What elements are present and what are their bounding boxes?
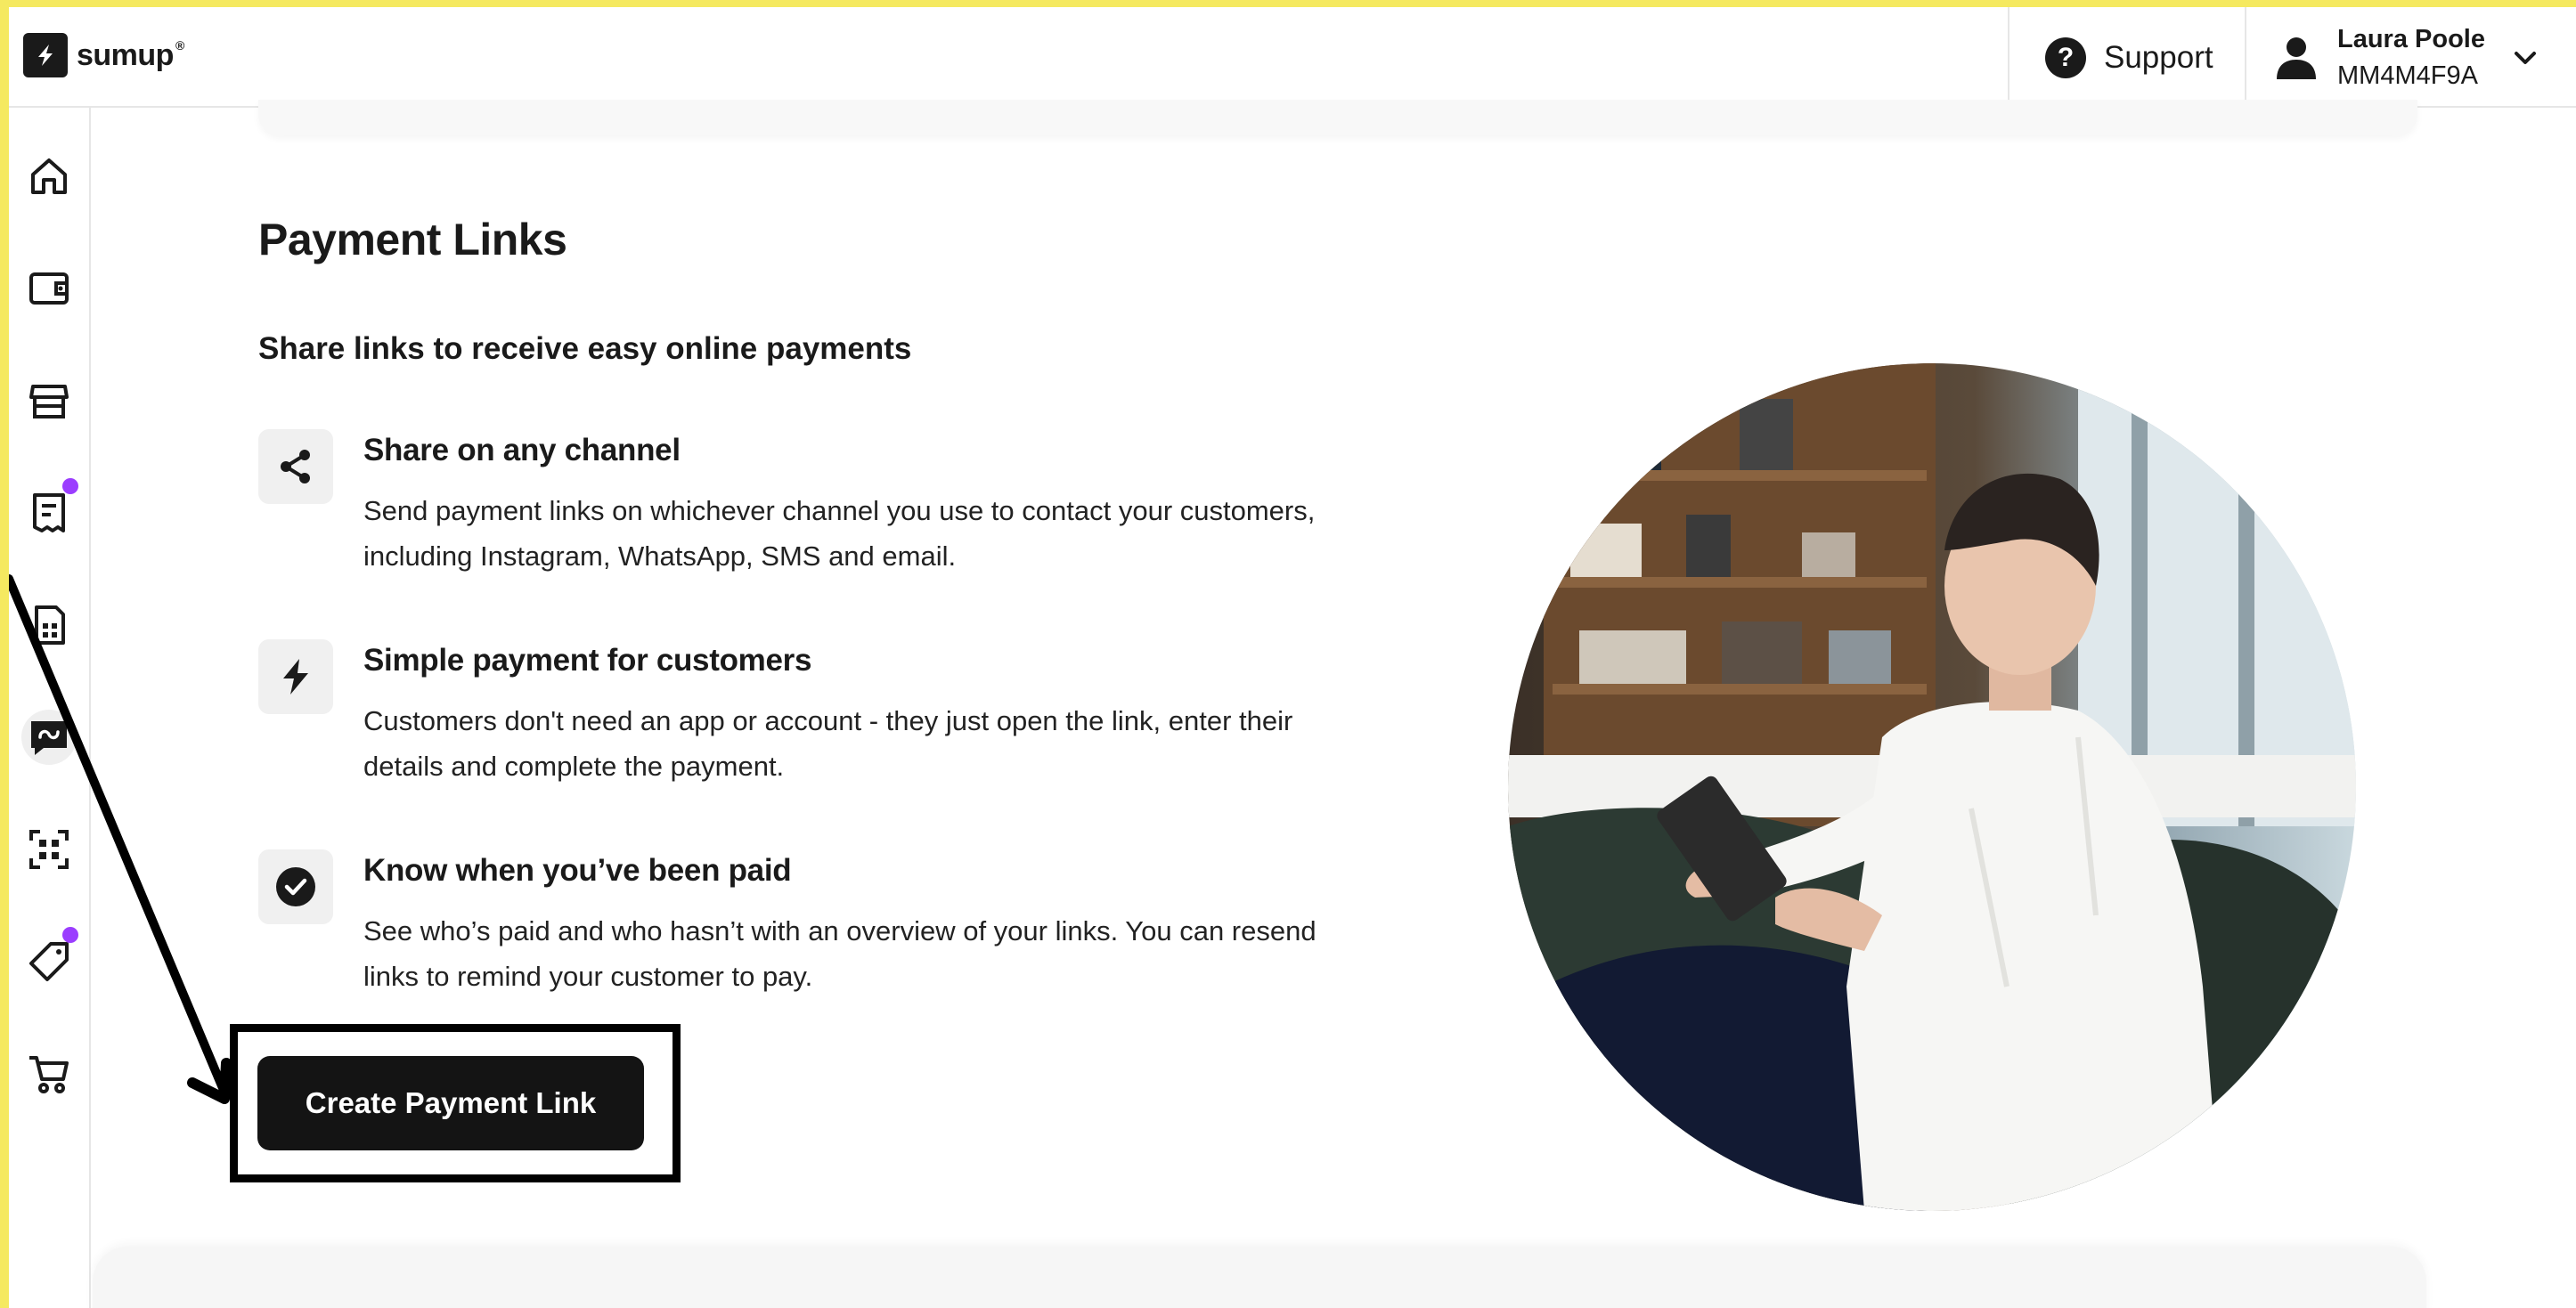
next-section-card xyxy=(93,1247,2426,1308)
support-label: Support xyxy=(2104,39,2213,75)
chevron-down-icon[interactable] xyxy=(2514,51,2537,65)
previous-section-card xyxy=(258,100,2417,135)
feature-title: Simple payment for customers xyxy=(363,643,812,678)
check-circle-icon xyxy=(276,867,315,906)
page-subtitle: Share links to receive easy online payme… xyxy=(258,331,912,366)
feature-icon-box xyxy=(258,429,333,504)
top-header: sumup ® ? Support Laura Poole MM4M4F9A xyxy=(9,7,2576,108)
feature-icon-box xyxy=(258,639,333,714)
support-button[interactable]: ? Support xyxy=(2008,7,2254,108)
annotation-frame-left xyxy=(0,0,9,1308)
feature-description: Send payment links on whichever channel … xyxy=(363,495,1316,572)
account-id: MM4M4F9A xyxy=(2337,61,2478,90)
help-icon: ? xyxy=(2045,37,2086,78)
feature-description: See who’s paid and who hasn’t with an ov… xyxy=(363,915,1317,992)
lightning-icon xyxy=(283,659,308,695)
share-icon xyxy=(281,450,310,483)
feature-icon-box xyxy=(258,849,333,924)
annotation-arrow xyxy=(4,574,232,1104)
feature-description: Customers don't need an app or account -… xyxy=(363,705,1293,782)
user-icon xyxy=(2277,37,2316,79)
hero-photo xyxy=(1508,363,2356,1211)
page-title: Payment Links xyxy=(258,215,567,264)
feature-title: Share on any channel xyxy=(363,433,681,467)
account-menu[interactable]: Laura Poole MM4M4F9A xyxy=(2245,7,2576,108)
account-name: Laura Poole xyxy=(2337,24,2485,53)
annotation-frame-top xyxy=(0,0,2576,7)
create-payment-link-button[interactable]: Create Payment Link xyxy=(257,1056,644,1150)
feature-title: Know when you’ve been paid xyxy=(363,853,792,888)
